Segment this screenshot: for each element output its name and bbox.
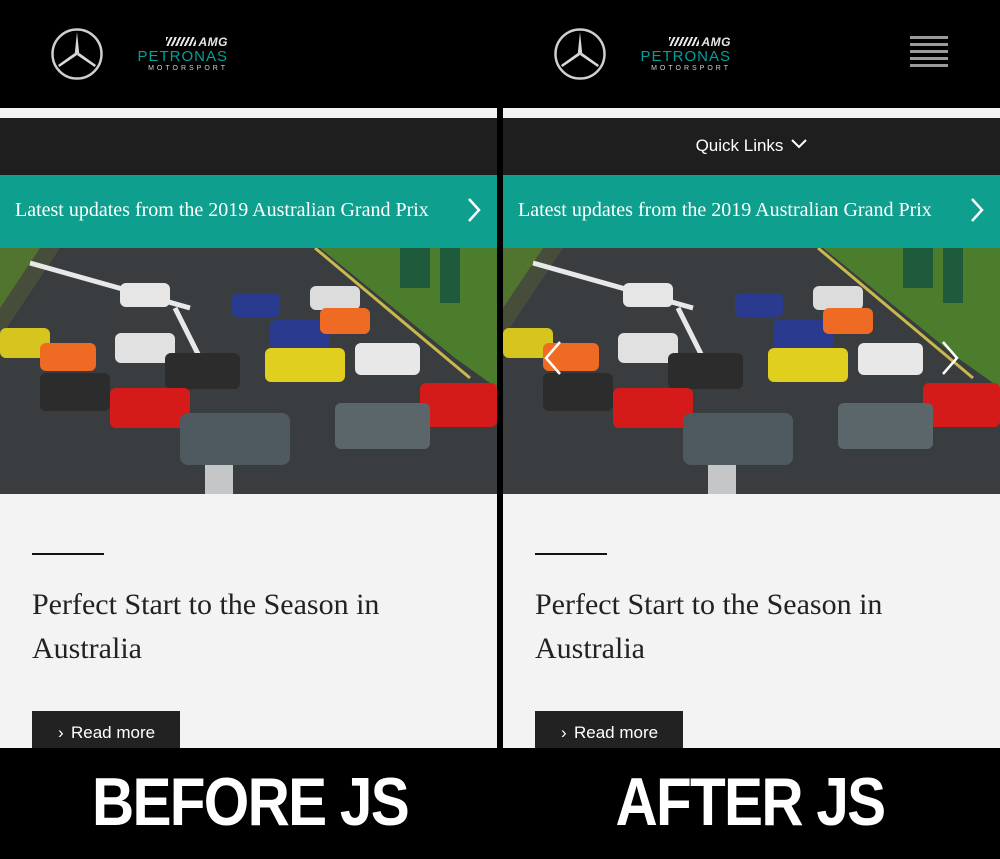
article-headline: Perfect Start to the Season in Australia: [32, 588, 380, 665]
article-headline: Perfect Start to the Season in Australia: [535, 588, 883, 665]
before-js-caption: BEFORE JS: [92, 764, 410, 840]
chevron-right-icon: [468, 198, 481, 222]
hero-image: [0, 248, 497, 494]
read-more-label: Read more: [574, 723, 659, 742]
chevron-right-icon: ›: [561, 723, 567, 742]
chevron-left-icon[interactable]: [543, 340, 563, 376]
news-banner[interactable]: Latest updates from the 2019 Australian …: [503, 175, 1000, 248]
hero-carousel: [503, 248, 1000, 494]
brand-wordmark: AMG PETRONAS MOTORSPORT: [619, 35, 731, 75]
petronas-text: PETRONAS: [137, 48, 228, 65]
after-js-panel: AMG PETRONAS MOTORSPORT Quick Links Late…: [503, 0, 1000, 748]
petronas-text: PETRONAS: [640, 48, 731, 65]
site-header: AMG PETRONAS MOTORSPORT: [503, 0, 1000, 108]
sub-navigation-bar: [0, 118, 497, 175]
mercedes-star-icon: [554, 28, 606, 80]
site-logo[interactable]: AMG PETRONAS MOTORSPORT: [553, 27, 733, 83]
read-more-button[interactable]: › Read more: [535, 711, 683, 748]
amg-text: AMG: [701, 35, 731, 49]
sub-navigation-bar: Quick Links: [503, 118, 1000, 175]
news-banner[interactable]: Latest updates from the 2019 Australian …: [0, 175, 497, 248]
after-js-caption: AFTER JS: [615, 764, 887, 840]
headline-divider: [32, 553, 104, 555]
brand-wordmark: AMG PETRONAS MOTORSPORT: [116, 35, 228, 75]
chevron-right-icon: ›: [58, 723, 64, 742]
hamburger-menu-icon[interactable]: [910, 36, 948, 68]
quick-links-dropdown[interactable]: Quick Links: [503, 136, 1000, 156]
mercedes-star-icon: [51, 28, 103, 80]
site-header: AMG PETRONAS MOTORSPORT: [0, 0, 497, 108]
site-logo[interactable]: AMG PETRONAS MOTORSPORT: [50, 27, 230, 83]
chevron-down-icon: [791, 139, 808, 149]
motorsport-text: MOTORSPORT: [651, 65, 731, 72]
read-more-label: Read more: [71, 723, 156, 742]
chevron-right-icon: [971, 198, 984, 222]
quick-links-label: Quick Links: [695, 136, 784, 155]
amg-text: AMG: [198, 35, 228, 49]
chevron-right-icon[interactable]: [940, 340, 960, 376]
headline-divider: [535, 553, 607, 555]
banner-text: Latest updates from the 2019 Australian …: [15, 199, 429, 221]
before-js-panel: AMG PETRONAS MOTORSPORT Latest updates f…: [0, 0, 497, 748]
banner-text: Latest updates from the 2019 Australian …: [518, 199, 932, 221]
motorsport-text: MOTORSPORT: [148, 65, 228, 72]
read-more-button[interactable]: › Read more: [32, 711, 180, 748]
